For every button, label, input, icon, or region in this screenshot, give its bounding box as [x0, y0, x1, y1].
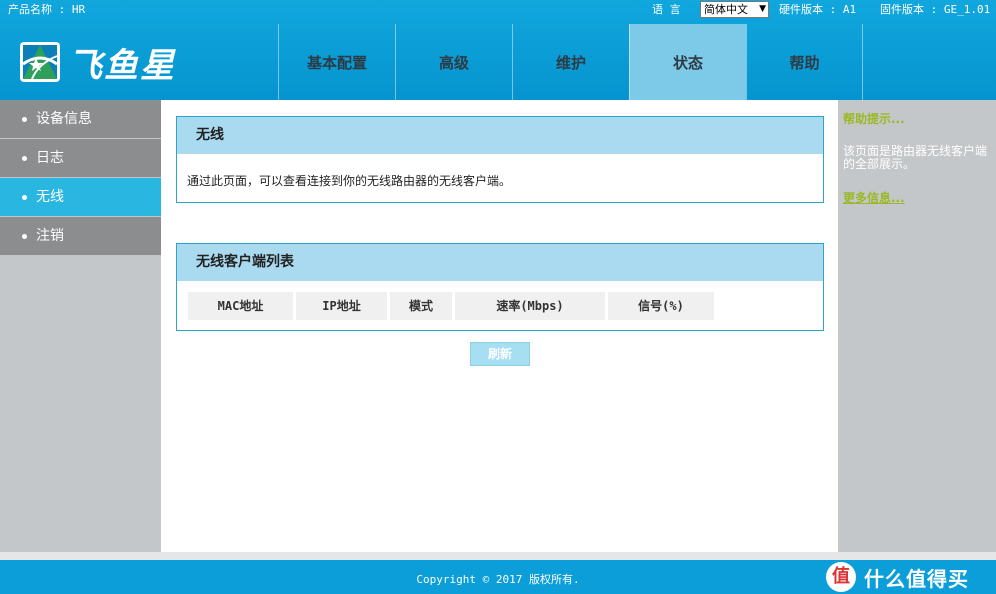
panel-title: 无线客户端列表 — [177, 244, 823, 281]
chevron-down-icon: ▼ — [759, 4, 766, 14]
nav-basic-config[interactable]: 基本配置 — [278, 24, 395, 100]
column-header-ip: IP地址 — [296, 292, 387, 320]
sidebar-item-label: 设备信息 — [36, 111, 92, 127]
nav-label: 状态 — [672, 53, 703, 72]
help-panel: 帮助提示... 该页面是路由器无线客户端的全部展示。 更多信息... — [838, 100, 996, 552]
nav-label: 维护 — [555, 53, 586, 72]
firmware-version: 固件版本 : GE_1.01 — [880, 3, 991, 16]
nav-label: 基本配置 — [306, 53, 367, 72]
bottom-divider — [0, 552, 996, 560]
main-content: 无线 通过此页面，可以查看连接到你的无线路由器的无线客户端。 无线客户端列表 M… — [161, 100, 838, 552]
watermark-text: 什么值得买 — [864, 566, 969, 591]
logo-text: 飞鱼星 — [68, 45, 176, 86]
sidebar-item-wireless[interactable]: 无线 — [0, 178, 161, 216]
more-info-link[interactable]: 更多信息... — [843, 189, 996, 206]
hardware-version: 硬件版本 : A1 — [779, 3, 857, 16]
bullet-icon — [22, 117, 27, 122]
client-table-header: MAC地址 IP地址 模式 速率(Mbps) 信号(%) — [188, 292, 717, 320]
nav-status[interactable]: 状态 — [628, 24, 746, 110]
logo-icon — [20, 42, 60, 82]
nav-maintenance[interactable]: 维护 — [512, 24, 629, 100]
help-title: 帮助提示... — [843, 112, 905, 126]
sidebar-item-log[interactable]: 日志 — [0, 139, 161, 177]
sidebar: 设备信息 日志 无线 注销 — [0, 100, 161, 552]
column-header-rate: 速率(Mbps) — [455, 292, 605, 320]
nav-help[interactable]: 帮助 — [746, 24, 863, 100]
panel-title: 无线 — [177, 117, 823, 154]
column-header-signal: 信号(%) — [608, 292, 714, 320]
sidebar-item-label: 注销 — [36, 228, 64, 244]
sidebar-item-label: 日志 — [36, 150, 64, 166]
watermark-badge: 值 — [826, 562, 856, 592]
language-value: 简体中文 — [704, 3, 748, 16]
sidebar-item-device-info[interactable]: 设备信息 — [0, 100, 161, 138]
language-select[interactable]: 简体中文 ▼ — [700, 1, 769, 18]
client-list-panel: 无线客户端列表 MAC地址 IP地址 模式 速率(Mbps) 信号(%) — [176, 243, 824, 331]
help-text: 该页面是路由器无线客户端的全部展示。 — [843, 144, 988, 171]
nav-label: 帮助 — [789, 53, 820, 72]
bullet-icon — [22, 234, 27, 239]
nav-label: 高级 — [438, 53, 469, 72]
logo: 飞鱼星 — [20, 42, 176, 86]
product-name: 产品名称 : HR — [8, 3, 86, 16]
column-header-mode: 模式 — [390, 292, 452, 320]
language-label: 语 言 — [652, 3, 681, 16]
column-header-mac: MAC地址 — [188, 292, 293, 320]
panel-description: 通过此页面，可以查看连接到你的无线路由器的无线客户端。 — [187, 174, 512, 188]
nav-advanced[interactable]: 高级 — [395, 24, 512, 100]
watermark: 值 什么值得买 — [826, 560, 969, 594]
bullet-icon — [22, 195, 27, 200]
refresh-button[interactable]: 刷新 — [470, 342, 530, 366]
top-header: 产品名称 : HR 语 言 简体中文 ▼ 硬件版本 : A1 固件版本 : GE… — [0, 0, 996, 110]
sidebar-item-logout[interactable]: 注销 — [0, 217, 161, 255]
wireless-panel: 无线 通过此页面，可以查看连接到你的无线路由器的无线客户端。 — [176, 116, 824, 203]
footer: Copyright © 2017 版权所有. 值 什么值得买 — [0, 560, 996, 594]
sidebar-item-label: 无线 — [36, 189, 64, 205]
main-nav: 基本配置 高级 维护 状态 帮助 — [278, 24, 863, 110]
bullet-icon — [22, 156, 27, 161]
